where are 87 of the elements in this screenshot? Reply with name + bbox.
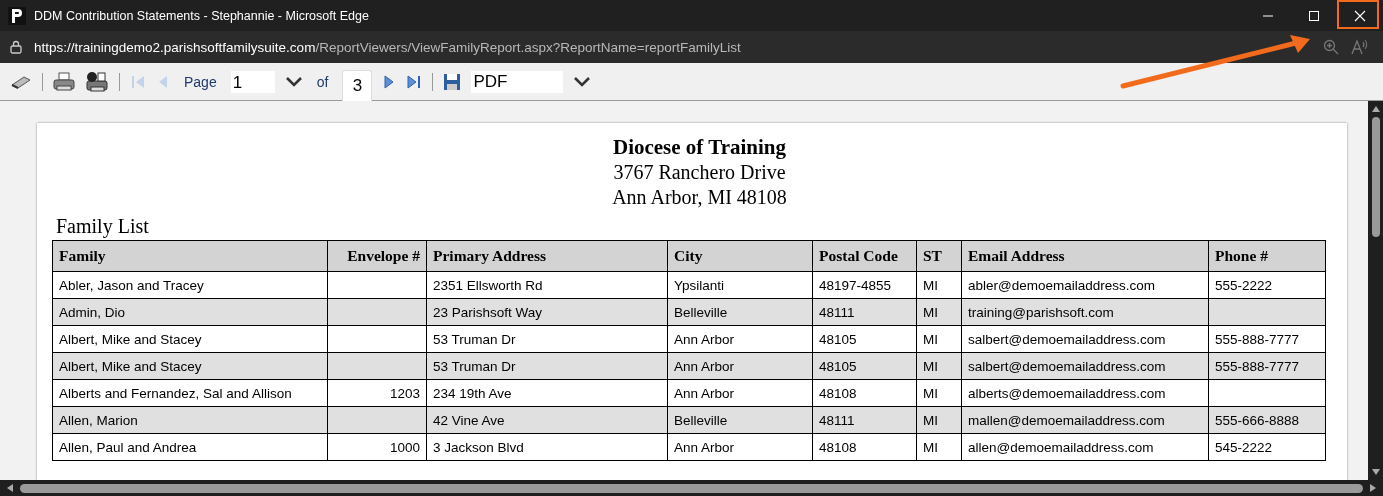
table-cell: 48197-4855	[819, 277, 892, 293]
export-format-dropdown[interactable]: PDF	[471, 70, 564, 93]
table-cell: Albert, Mike and Stacey	[59, 331, 202, 347]
table-cell: MI	[923, 412, 938, 428]
scroll-left-icon[interactable]	[6, 483, 14, 493]
column-header: Primary Address	[426, 240, 668, 272]
table-cell: Ann Arbor	[674, 439, 735, 455]
chevron-down-icon[interactable]	[573, 75, 592, 88]
column-header: Envelope #	[327, 240, 427, 272]
table-cell: 53 Truman Dr	[433, 358, 516, 374]
table-cell: 234 19th Ave	[433, 385, 512, 401]
table-cell: Allen, Paul and Andrea	[59, 439, 197, 455]
zoom-in-icon[interactable]	[1323, 39, 1339, 55]
scroll-right-icon[interactable]	[1369, 483, 1377, 493]
table-cell: Ypsilanti	[674, 277, 725, 293]
table-cell: alberts@demoemailaddress.com	[968, 385, 1166, 401]
table-cell: 23 Parishsoft Way	[433, 304, 543, 320]
scrollbar-thumb[interactable]	[20, 483, 1363, 493]
table-cell: Admin, Dio	[59, 304, 126, 320]
table-cell: 48108	[819, 385, 857, 401]
scrollbar-thumb[interactable]	[1371, 117, 1380, 237]
highlight-box	[1337, 0, 1379, 29]
of-label: of	[316, 73, 329, 90]
table-cell: MI	[923, 277, 938, 293]
page-count: 3	[342, 70, 373, 101]
table-cell: 555-666-8888	[1215, 412, 1300, 428]
printer-settings-icon[interactable]	[85, 70, 109, 93]
table-cell: 48105	[819, 358, 857, 374]
table-cell: 48108	[819, 439, 857, 455]
table-cell: MI	[923, 331, 938, 347]
printer-icon[interactable]	[53, 71, 75, 92]
report-title: Diocese of Training	[611, 135, 787, 160]
table-cell: MI	[923, 304, 938, 320]
last-page-icon[interactable]	[406, 74, 423, 89]
table-cell: 545-2222	[1215, 439, 1273, 455]
table-cell: MI	[923, 358, 938, 374]
table-cell: 53 Truman Dr	[433, 331, 516, 347]
table-cell: Alberts and Fernandez, Sal and Allison	[59, 385, 292, 401]
vertical-scrollbar[interactable]	[1368, 101, 1383, 480]
table-cell: Ann Arbor	[674, 358, 735, 374]
table-cell: salbert@demoemailaddress.com	[968, 331, 1166, 347]
table-cell: MI	[923, 385, 938, 401]
table-cell: salbert@demoemailaddress.com	[968, 358, 1166, 374]
table-cell: allen@demoemailaddress.com	[968, 439, 1154, 455]
table-cell: Ann Arbor	[674, 331, 735, 347]
table-cell: Belleville	[674, 412, 728, 428]
page-label: Page	[184, 73, 217, 90]
read-aloud-icon[interactable]	[1351, 39, 1369, 55]
table-cell: Ann Arbor	[674, 385, 735, 401]
table-cell: MI	[923, 439, 938, 455]
table-cell: 48105	[819, 331, 857, 347]
window-title: DDM Contribution Statements - Stephannie - Microsoft Edge	[34, 8, 369, 23]
lock-icon	[10, 40, 22, 54]
column-header: Email Address	[961, 240, 1209, 272]
chevron-down-icon[interactable]	[284, 75, 303, 88]
address-line: 3767 Ranchero Drive	[613, 160, 786, 185]
column-header: Postal Code	[812, 240, 917, 272]
table-cell: training@parishsoft.com	[968, 304, 1114, 320]
list-title: Family List	[56, 214, 150, 238]
column-header: ST	[916, 240, 962, 272]
table-cell: 555-888-7777	[1215, 358, 1300, 374]
column-header: Family	[52, 240, 328, 272]
address-line: Ann Arbor, MI 48108	[612, 185, 787, 210]
maximize-icon	[1308, 9, 1320, 22]
scroll-down-icon[interactable]	[1370, 468, 1381, 476]
app-logo-icon	[8, 6, 26, 25]
column-header: Phone #	[1208, 240, 1326, 272]
table-cell: 2351 Ellsworth Rd	[433, 277, 543, 293]
table-cell: mallen@demoemailaddress.com	[968, 412, 1165, 428]
table-cell: abler@demoemailaddress.com	[968, 277, 1156, 293]
table-cell: Abler, Jason and Tracey	[59, 277, 204, 293]
close-icon	[1354, 9, 1366, 22]
table-cell: 42 Vine Ave	[433, 412, 505, 428]
table-cell: 48111	[819, 412, 855, 428]
page-number-field[interactable]: 1	[230, 70, 275, 93]
table-cell: 1000	[389, 439, 420, 455]
table-cell: 555-2222	[1215, 277, 1273, 293]
column-header: City	[667, 240, 813, 272]
table-cell: 1203	[389, 385, 420, 401]
table-cell: Albert, Mike and Stacey	[59, 358, 202, 374]
save-icon[interactable]	[443, 72, 462, 91]
table-cell: Belleville	[674, 304, 728, 320]
scroll-up-icon[interactable]	[1370, 105, 1381, 113]
table-cell: Allen, Marion	[59, 412, 138, 428]
table-cell: 3 Jackson Blvd	[433, 439, 524, 455]
table-cell: 555-888-7777	[1215, 331, 1300, 347]
table-cell: 48111	[819, 304, 855, 320]
